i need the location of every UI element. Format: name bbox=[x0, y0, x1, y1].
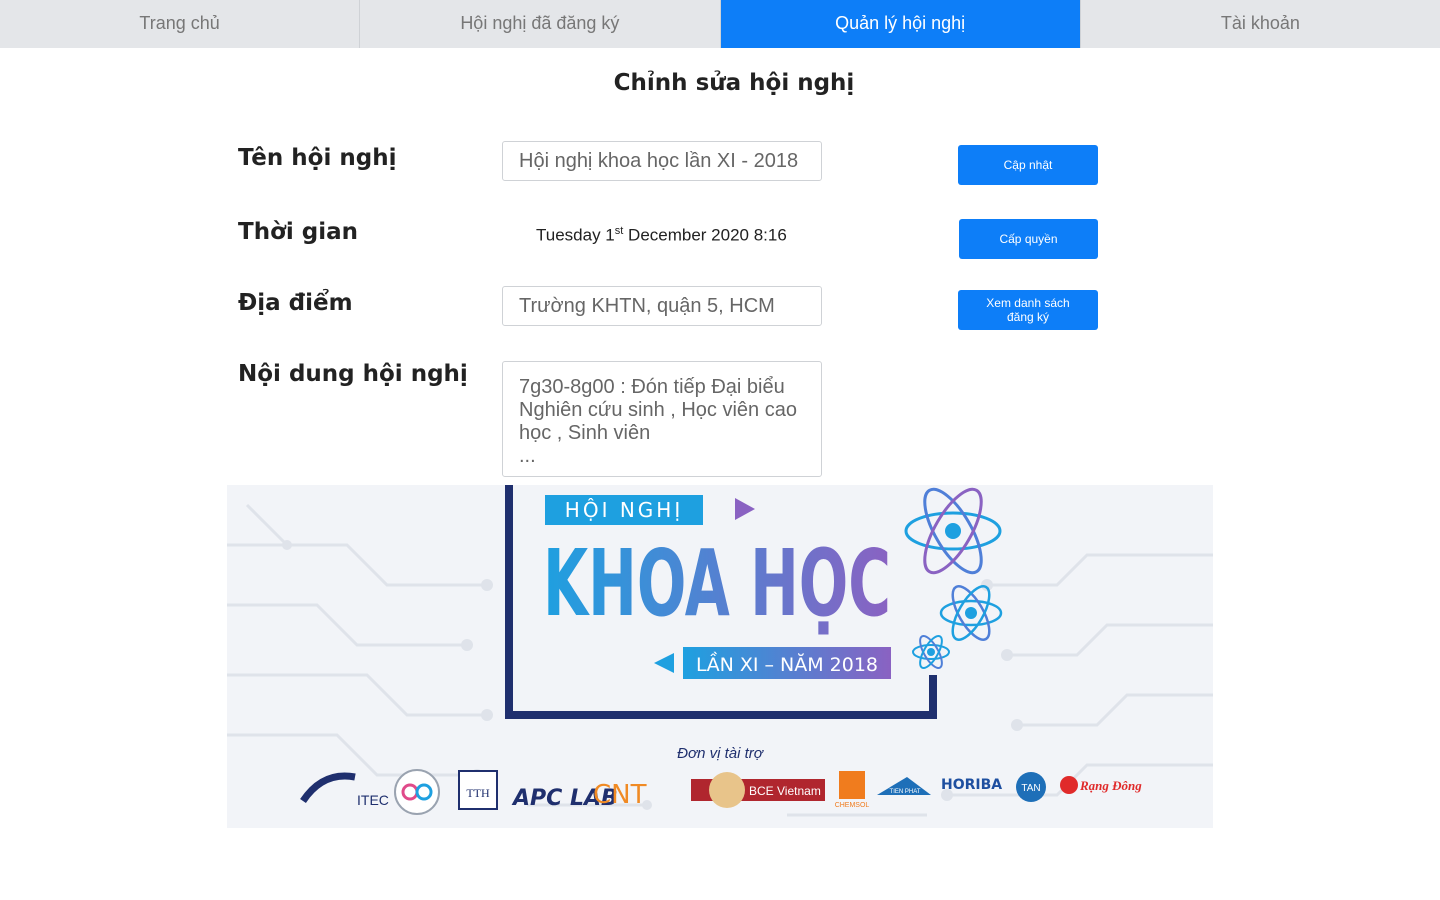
sponsor-logo-rangdong: Rạng Đông bbox=[1060, 776, 1142, 794]
content-label: Nội dung hội nghị bbox=[238, 361, 468, 387]
sponsor-logo-circle bbox=[394, 769, 440, 815]
conference-name-label: Tên hội nghị bbox=[238, 145, 397, 171]
sponsor-logo-cnt: CNT bbox=[593, 780, 647, 810]
svg-text:CNT: CNT bbox=[593, 780, 647, 810]
sponsor-logo-horiba: HORIBA bbox=[941, 777, 1002, 793]
svg-text:ITEC: ITEC bbox=[357, 792, 389, 808]
svg-text:CHEMSOL: CHEMSOL bbox=[835, 802, 870, 809]
content-textarea[interactable]: 7g30-8g00 : Đón tiếp Đại biểu Nghiên cứu… bbox=[502, 361, 822, 477]
banner-edition: LẦN XI – NĂM 2018 bbox=[696, 651, 878, 676]
sponsor-logo-tth: TTH bbox=[458, 770, 498, 810]
top-nav: Trang chủ Hội nghị đã đăng ký Quản lý hộ… bbox=[0, 0, 1440, 48]
svg-text:TIEN PHAT: TIEN PHAT bbox=[890, 789, 921, 795]
location-input[interactable] bbox=[502, 286, 822, 326]
banner-top-label: HỘI NGHỊ bbox=[565, 498, 683, 522]
sponsors-label: Đơn vị tài trợ bbox=[677, 745, 765, 762]
page-title: Chỉnh sửa hội nghị bbox=[613, 70, 855, 96]
conference-datetime[interactable]: Tuesday 1st December 2020 8:16 bbox=[536, 225, 787, 246]
sponsor-logo-tan: TAN bbox=[1016, 772, 1046, 802]
sponsor-logo-chemsol: CHEMSOL bbox=[835, 771, 870, 809]
location-label: Địa điểm bbox=[238, 290, 353, 316]
grant-permission-button[interactable]: Cấp quyền bbox=[959, 219, 1098, 259]
svg-text:TTH: TTH bbox=[466, 786, 490, 800]
view-registrations-button[interactable]: Xem danh sách đăng ký bbox=[958, 290, 1098, 330]
svg-text:HORIBA: HORIBA bbox=[941, 777, 1002, 793]
tab-home[interactable]: Trang chủ bbox=[0, 0, 361, 48]
time-label: Thời gian bbox=[238, 219, 358, 245]
svg-text:Rạng Đông: Rạng Đông bbox=[1079, 778, 1142, 793]
tab-registered-conferences[interactable]: Hội nghị đã đăng ký bbox=[360, 0, 721, 48]
datetime-prefix: Tuesday 1 bbox=[536, 225, 615, 245]
tab-manage-conferences[interactable]: Quản lý hội nghị bbox=[720, 0, 1081, 48]
tab-account[interactable]: Tài khoản bbox=[1081, 0, 1440, 48]
conference-name-input[interactable] bbox=[502, 141, 822, 181]
svg-text:TAN: TAN bbox=[1021, 783, 1040, 794]
banner-main-title: KHOA HỌC bbox=[543, 530, 891, 637]
svg-text:BCE Vietnam: BCE Vietnam bbox=[749, 784, 821, 798]
datetime-suffix: December 2020 8:16 bbox=[623, 225, 787, 245]
conference-banner: HỘI NGHỊ KHOA HỌC LẦN XI – NĂM 2018 Đơn … bbox=[227, 485, 1213, 828]
update-button[interactable]: Cập nhật bbox=[958, 145, 1098, 185]
